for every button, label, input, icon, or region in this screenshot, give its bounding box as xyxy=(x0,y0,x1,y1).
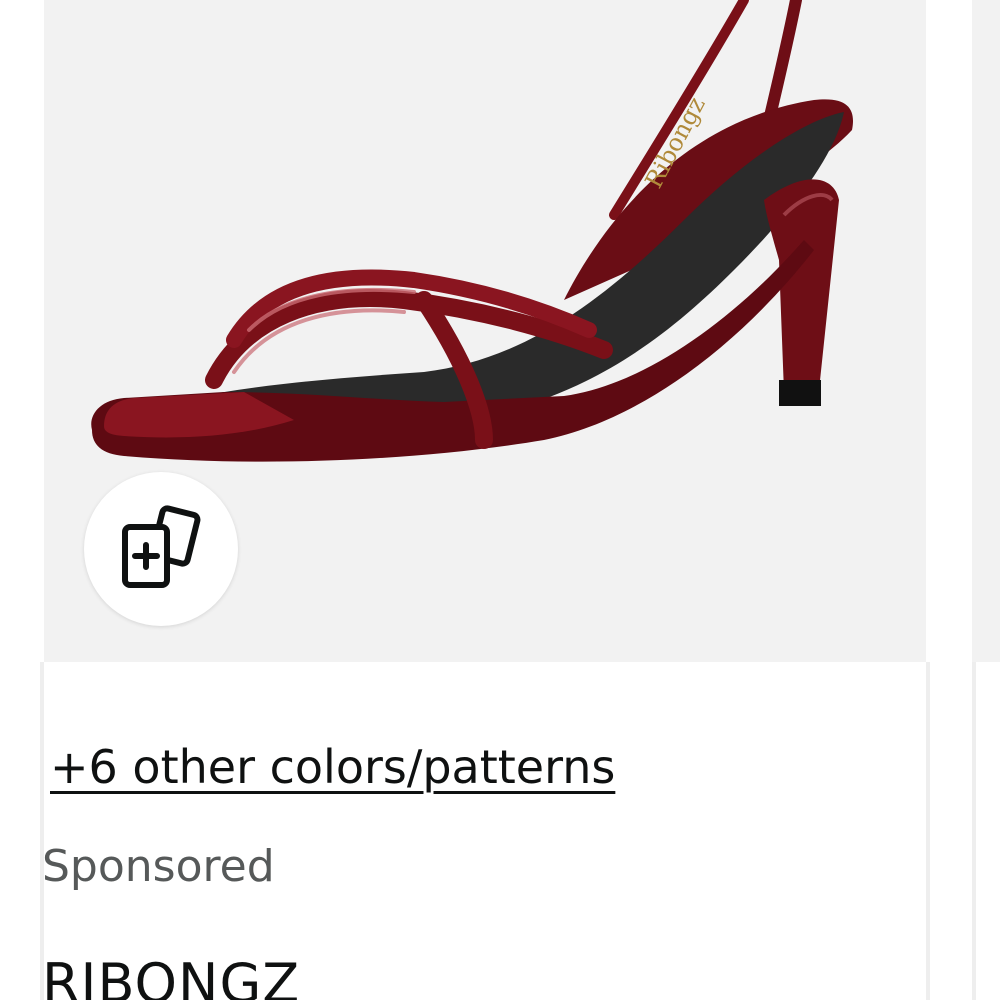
product-image[interactable]: Ribongz xyxy=(44,0,926,662)
next-product-card-details xyxy=(972,662,1000,1000)
card-border-right xyxy=(926,662,930,1000)
brand-name: RIBONGZ xyxy=(42,952,301,1000)
results-page: Ribongz +6 other colors/patterns Sponsor… xyxy=(0,0,1000,1000)
sponsored-label: Sponsored xyxy=(42,841,275,892)
view-similar-button[interactable] xyxy=(84,472,238,626)
other-colors-link[interactable]: +6 other colors/patterns xyxy=(50,736,615,798)
compare-cards-icon xyxy=(122,505,201,588)
